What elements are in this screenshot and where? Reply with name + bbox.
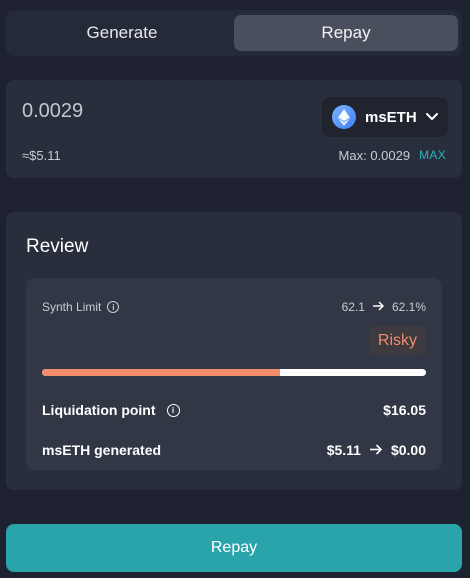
mode-tabs: Generate Repay (6, 10, 462, 56)
token-label: msETH (365, 108, 417, 126)
tab-generate[interactable]: Generate (10, 15, 234, 51)
usd-value: ≈$5.11 (22, 148, 61, 163)
synth-limit-text: Synth Limit (42, 300, 102, 314)
generated-row: msETH generated $5.11 $0.00 (42, 442, 426, 458)
arrow-right-icon (369, 442, 383, 458)
synth-limit-to: 62.1% (391, 300, 426, 314)
liquidation-value: $16.05 (383, 402, 426, 418)
chevron-down-icon (426, 113, 438, 121)
max-button[interactable]: MAX (419, 148, 446, 163)
synth-limit-from: 62.1 (341, 300, 365, 314)
amount-card: msETH ≈$5.11 Max: 0.0029 MAX (6, 80, 462, 178)
arrow-right-icon (372, 300, 385, 314)
tab-repay[interactable]: Repay (234, 15, 458, 51)
info-icon[interactable]: i (166, 403, 180, 417)
generated-label: msETH generated (42, 442, 162, 458)
repay-button[interactable]: Repay (6, 524, 462, 572)
amount-input[interactable] (22, 100, 222, 123)
review-title: Review (26, 236, 89, 257)
synth-limit-bar (42, 369, 426, 376)
ethereum-icon (332, 105, 356, 129)
liquidation-label: Liquidation point (42, 402, 156, 418)
liquidation-row: Liquidation point i $16.05 (42, 402, 426, 418)
token-select[interactable]: msETH (322, 97, 448, 137)
synth-limit-label: Synth Limit i (42, 300, 120, 314)
max-amount: Max: 0.0029 (338, 148, 411, 163)
review-card: Review Synth Limit i 62.1 62.1% Risky Li… (6, 212, 462, 490)
synth-limit-bar-fill (42, 369, 281, 376)
info-icon[interactable]: i (107, 301, 120, 313)
review-details: Synth Limit i 62.1 62.1% Risky Liquidati… (26, 278, 442, 470)
status-badge: Risky (368, 326, 426, 355)
max-row: Max: 0.0029 MAX (339, 148, 446, 163)
synth-limit-values: 62.1 62.1% (342, 300, 426, 314)
generated-from: $5.11 (326, 442, 361, 458)
generated-to: $0.00 (390, 442, 426, 458)
